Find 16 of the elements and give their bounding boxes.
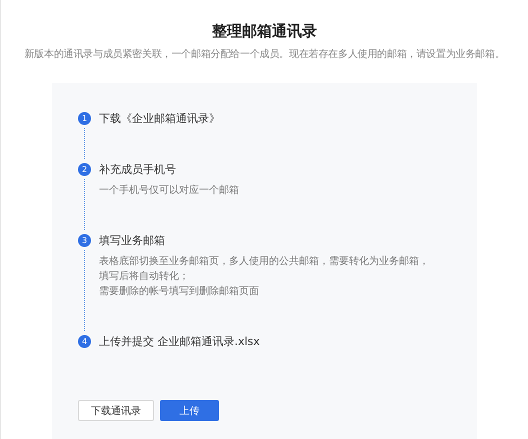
download-button[interactable]: 下载通讯录	[78, 400, 154, 421]
page-title: 整理邮箱通讯录	[212, 22, 317, 41]
step-title: 下载《企业邮箱通讯录》	[99, 111, 220, 127]
step-title: 补充成员手机号	[99, 162, 177, 178]
upload-button[interactable]: 上传	[160, 400, 219, 421]
step-number: 1	[78, 112, 91, 125]
step-title: 填写业务邮箱	[99, 233, 166, 249]
step-number: 3	[78, 234, 91, 247]
step-description: 填写后将自动转化；	[99, 270, 190, 284]
page-subtitle: 新版本的通讯录与成员紧密关联，一个邮箱分配给一个成员。现在若存在多人使用的邮箱，请设置为业务邮箱。	[24, 48, 505, 61]
step-description: 需要删除的帐号填写到删除邮箱页面	[99, 284, 260, 299]
step-description: 表格底部切换至业务邮箱页，多人使用的公共邮箱，需要转化为业务邮箱，	[99, 254, 429, 269]
step-title: 上传并提交 企业邮箱通讯录.xlsx	[99, 334, 260, 350]
step-number: 2	[78, 163, 91, 176]
step-description: 一个手机号仅可以对应一个邮箱	[99, 184, 239, 198]
step-number: 4	[78, 335, 91, 348]
